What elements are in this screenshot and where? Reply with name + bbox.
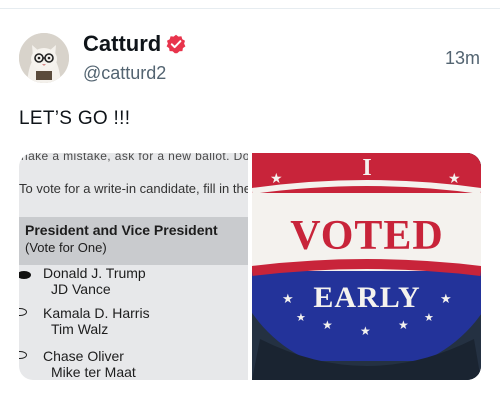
office-title: President and Vice President xyxy=(25,222,218,238)
post-timestamp[interactable]: 13m xyxy=(445,48,480,69)
svg-text:★: ★ xyxy=(360,324,371,338)
svg-text:★: ★ xyxy=(296,311,306,324)
svg-text:★: ★ xyxy=(322,318,333,332)
candidate-oval-empty-icon xyxy=(19,308,27,316)
media-grid: nake a mistake, ask for a new ballot. Do… xyxy=(19,153,481,380)
ballot-top-line: nake a mistake, ask for a new ballot. Do xyxy=(21,153,248,163)
candidate-1-running-mate: JD Vance xyxy=(51,281,111,297)
candidate-2-name: Kamala D. Harris xyxy=(43,305,150,321)
author-name[interactable]: Catturd xyxy=(83,31,161,57)
candidate-1-name: Donald J. Trump xyxy=(43,265,146,281)
svg-text:★: ★ xyxy=(424,311,434,324)
candidate-oval-filled-icon xyxy=(19,271,31,279)
svg-text:★: ★ xyxy=(448,171,461,187)
verified-badge-icon xyxy=(166,34,186,54)
voted-sticker-graphic: ★ ★ ★ ★ ★ ★ ★ ★ ★ I VOTED EARLY xyxy=(252,153,481,380)
ballot-image[interactable]: nake a mistake, ask for a new ballot. Do… xyxy=(19,153,248,380)
candidate-oval-empty-icon xyxy=(19,351,27,359)
sticker-voted-word: VOTED xyxy=(290,213,444,259)
top-divider xyxy=(0,8,500,9)
cat-avatar-icon xyxy=(19,33,69,83)
svg-text:★: ★ xyxy=(398,318,409,332)
avatar[interactable] xyxy=(19,33,69,83)
author-handle[interactable]: @catturd2 xyxy=(83,63,166,84)
i-voted-early-sticker-image[interactable]: ★ ★ ★ ★ ★ ★ ★ ★ ★ I VOTED EARLY xyxy=(252,153,481,380)
svg-text:★: ★ xyxy=(282,292,294,307)
svg-text:★: ★ xyxy=(270,171,283,187)
candidate-3-running-mate: Mike ter Maat xyxy=(51,364,136,380)
vote-for-note: (Vote for One) xyxy=(25,240,107,255)
sticker-early-word: EARLY xyxy=(313,281,420,314)
author-row: Catturd xyxy=(83,31,186,57)
sticker-top-letter: I xyxy=(362,155,371,181)
candidate-2-running-mate: Tim Walz xyxy=(51,321,109,337)
candidate-3-name: Chase Oliver xyxy=(43,348,124,364)
post-text: LET’S GO !!! xyxy=(19,108,131,129)
svg-text:★: ★ xyxy=(440,292,452,307)
ballot-instruction: To vote for a write-in candidate, fill i… xyxy=(19,181,248,196)
